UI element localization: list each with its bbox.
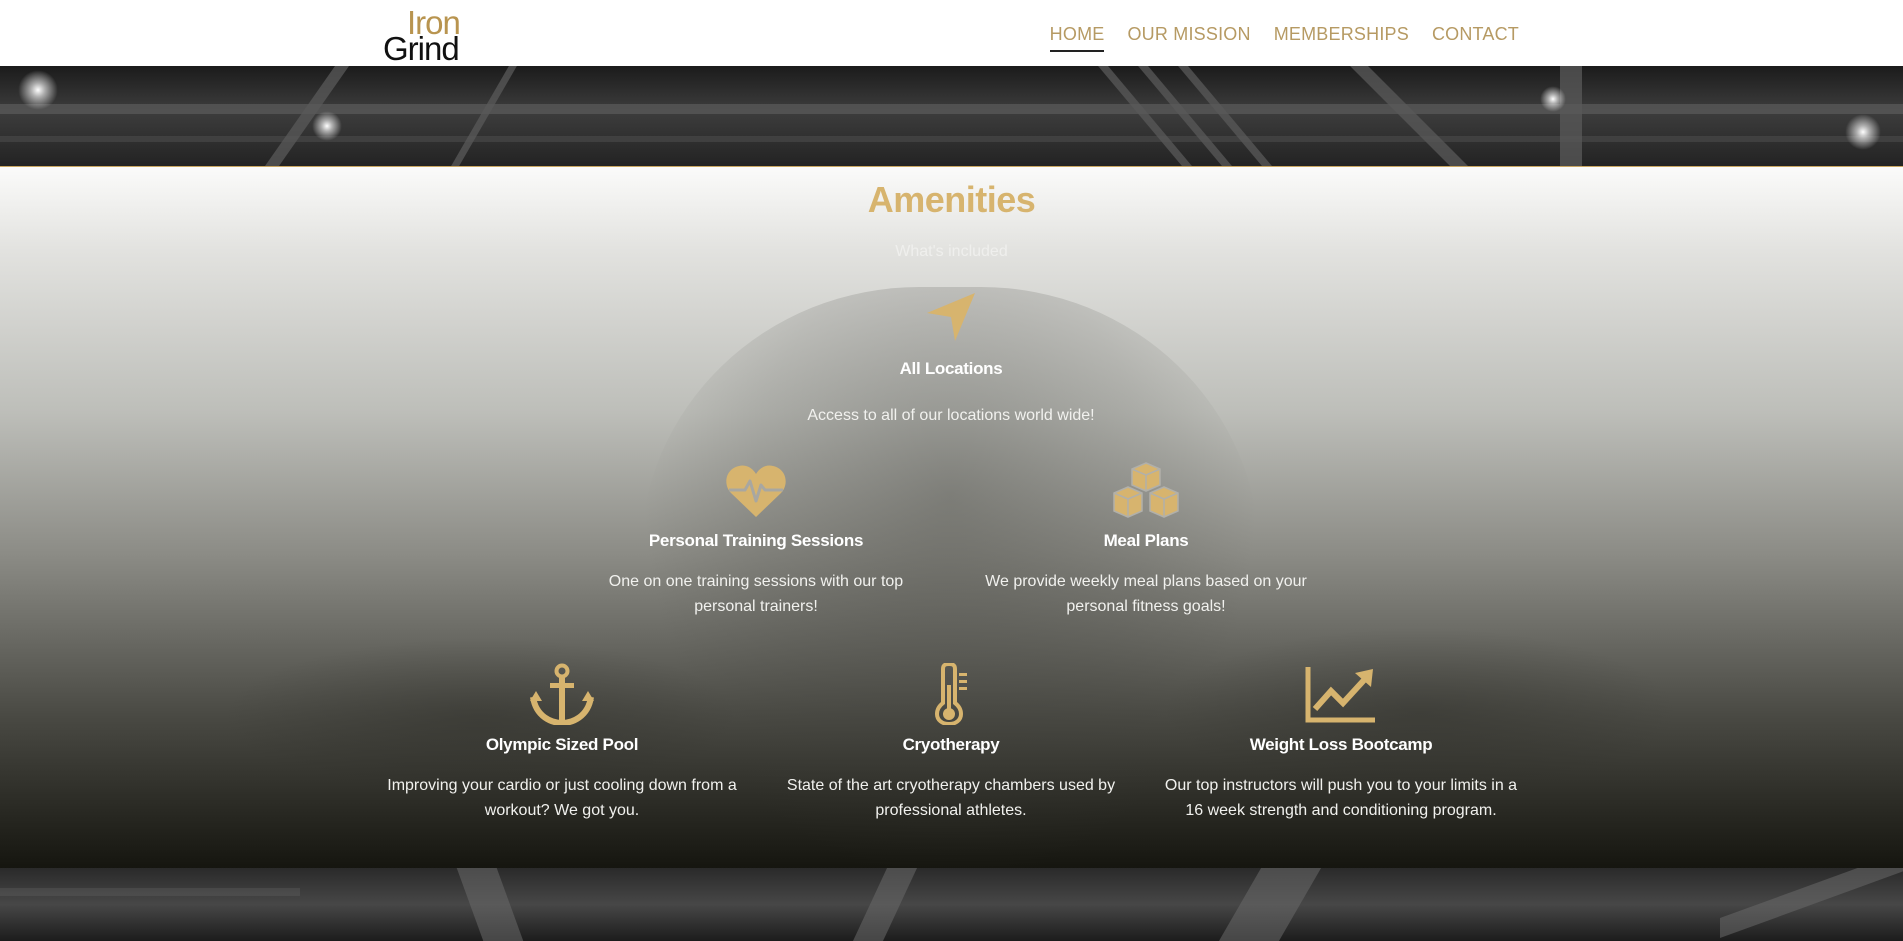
amenity-meal-plans: Meal Plans We provide weekly meal plans … (976, 461, 1316, 619)
site-header: Iron Grind HOME OUR MISSION MEMBERSHIPS … (0, 0, 1903, 66)
cubes-icon (1113, 462, 1179, 518)
amenity-olympic-pool: Olympic Sized Pool Improving your cardio… (376, 663, 748, 823)
nav-home[interactable]: HOME (1049, 24, 1105, 52)
amenity-cryotherapy: Cryotherapy State of the art cryotherapy… (776, 663, 1126, 823)
amenities-title: Amenities (867, 179, 1036, 220)
amenity-description: Access to all of our locations world wid… (807, 407, 1095, 424)
amenities-section: Amenities What's included All Locations … (0, 166, 1903, 869)
amenity-description: One on one training sessions with our to… (608, 573, 904, 615)
amenity-description: State of the art cryotherapy chambers us… (786, 777, 1116, 819)
amenity-personal-training: Personal Training Sessions One on one tr… (596, 463, 916, 619)
heartbeat-icon (726, 465, 786, 517)
nav-contact[interactable]: CONTACT (1432, 24, 1519, 51)
amenity-name: Personal Training Sessions (648, 531, 864, 550)
amenity-description: We provide weekly meal plans based on yo… (985, 573, 1307, 615)
iron-grind-logo[interactable]: Iron Grind (383, 6, 483, 67)
amenity-name: Weight Loss Bootcamp (1249, 735, 1433, 754)
amenity-all-locations: All Locations Access to all of our locat… (731, 291, 1171, 428)
amenity-description: Improving your cardio or just cooling do… (387, 777, 737, 819)
amenity-description: Our top instructors will push you to you… (1164, 777, 1518, 819)
amenity-name: Meal Plans (1103, 531, 1189, 550)
location-arrow-icon (927, 293, 975, 341)
nav-our-mission[interactable]: OUR MISSION (1127, 24, 1250, 51)
amenity-name: Olympic Sized Pool (485, 735, 639, 754)
logo-line-2: Grind (383, 30, 460, 67)
line-chart-icon (1305, 667, 1375, 723)
gym-ceiling-banner-image (0, 66, 1903, 166)
amenity-name: Cryotherapy (902, 735, 1000, 754)
gym-equipment-banner-image (0, 868, 1903, 941)
amenity-name: All Locations (899, 359, 1003, 378)
amenity-weight-loss-bootcamp: Weight Loss Bootcamp Our top instructors… (1156, 665, 1526, 823)
thermometer-icon (934, 663, 967, 725)
nav-memberships[interactable]: MEMBERSHIPS (1274, 24, 1409, 51)
amenities-subtitle: What's included (895, 243, 1008, 260)
main-nav: HOME OUR MISSION MEMBERSHIPS CONTACT (1049, 24, 1519, 52)
anchor-icon (530, 663, 594, 725)
